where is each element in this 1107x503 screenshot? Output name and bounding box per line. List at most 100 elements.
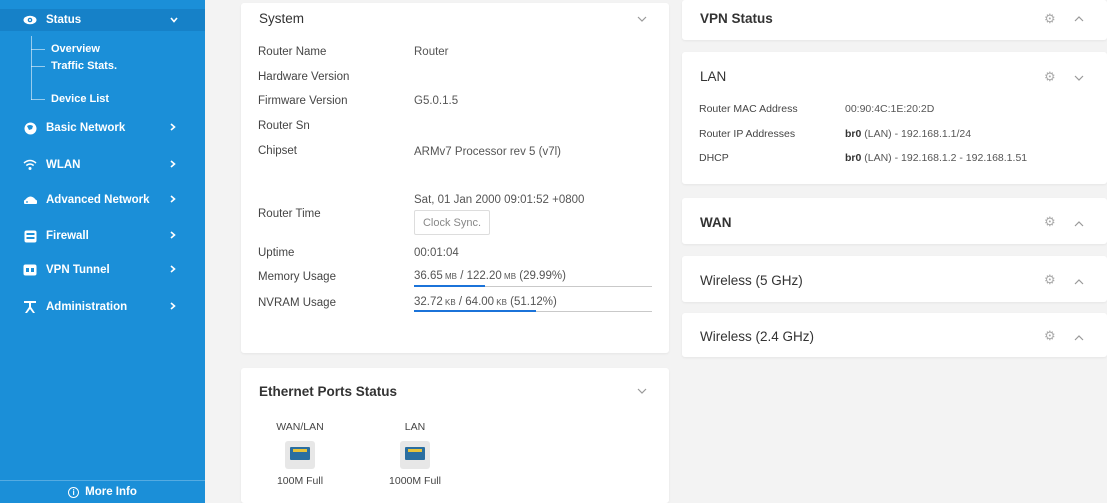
- router-sn-label: Router Sn: [258, 120, 310, 132]
- ethernet-port: LAN 1000M Full: [375, 421, 455, 487]
- uptime-label: Uptime: [258, 247, 295, 259]
- ip-details: (LAN) - 192.168.1.1/24: [861, 128, 972, 140]
- nvram-total-unit: KB: [496, 298, 507, 307]
- memory-percent: (29.99%): [519, 270, 566, 282]
- memory-usage-value: 36.65 MB / 122.20 MB (29.99%): [414, 270, 566, 282]
- router-icon: [22, 192, 38, 208]
- nvram-usage-label: NVRAM Usage: [258, 297, 336, 309]
- submenu-dash: [31, 99, 45, 100]
- chevron-right-icon: [170, 122, 176, 134]
- memory-usage-label: Memory Usage: [258, 271, 336, 283]
- sidebar-item-basic-network[interactable]: Basic Network: [0, 117, 205, 139]
- chevron-right-icon: [170, 264, 176, 276]
- card-title: LAN: [700, 69, 727, 84]
- chipset-label: Chipset: [258, 145, 297, 157]
- sidebar-item-label: Administration: [46, 301, 128, 313]
- port-status: 100M Full: [276, 475, 324, 487]
- memory-total: 122.20: [466, 270, 502, 282]
- admin-icon: [22, 299, 38, 315]
- sidebar-subitem-traffic-stats[interactable]: Traffic Stats.: [0, 57, 205, 75]
- sidebar-subitem-device-list[interactable]: Device List: [0, 90, 205, 108]
- firmware-version-label: Firmware Version: [258, 95, 348, 107]
- chevron-up-icon[interactable]: [1074, 332, 1084, 344]
- ethernet-port: WAN/LAN 100M Full: [260, 421, 340, 487]
- port-name: WAN/LAN: [276, 421, 324, 433]
- nvram-used: 32.72: [414, 296, 443, 308]
- sidebar-item-label: Advanced Network: [46, 194, 150, 206]
- wan-card: WAN ⚙: [682, 198, 1107, 244]
- gear-icon[interactable]: ⚙: [1044, 328, 1056, 344]
- firewall-icon: [22, 228, 38, 244]
- sidebar-item-wlan[interactable]: WLAN: [0, 154, 205, 176]
- system-card: System Router Name Router Hardware Versi…: [241, 3, 669, 353]
- submenu-dash: [31, 49, 45, 50]
- chevron-right-icon: [170, 159, 176, 171]
- clock-sync-button[interactable]: Clock Sync.: [414, 210, 490, 235]
- info-icon: i: [68, 486, 80, 498]
- memory-unit: MB: [445, 272, 458, 281]
- chevron-up-icon[interactable]: [1074, 276, 1084, 288]
- chevron-right-icon: [170, 301, 176, 313]
- sidebar-subitem-label: Device List: [51, 93, 110, 105]
- dhcp-range: (LAN) - 192.168.1.2 - 192.168.1.51: [861, 152, 1028, 164]
- card-title: System: [259, 11, 305, 26]
- card-title: Ethernet Ports Status: [259, 384, 398, 399]
- uptime-value: 00:01:04: [414, 247, 459, 259]
- mac-address-label: Router MAC Address: [699, 103, 798, 115]
- gear-icon[interactable]: ⚙: [1044, 69, 1056, 85]
- more-info-label: More Info: [85, 486, 137, 498]
- gear-icon[interactable]: ⚙: [1044, 11, 1056, 27]
- nvram-total: 64.00: [465, 296, 495, 308]
- wireless-24ghz-card: Wireless (2.4 GHz) ⚙: [682, 313, 1107, 357]
- lan-card: LAN ⚙ Router MAC Address 00:90:4C:1E:20:…: [682, 52, 1107, 184]
- sidebar-item-label: Status: [46, 14, 82, 26]
- dhcp-value: br0 (LAN) - 192.168.1.2 - 192.168.1.51: [845, 152, 1027, 164]
- chevron-down-icon[interactable]: [637, 13, 647, 25]
- card-title: WAN: [700, 215, 732, 230]
- vpn-icon: [22, 262, 38, 278]
- sidebar-subitem-overview[interactable]: Overview: [0, 40, 205, 58]
- dhcp-interface: br0: [845, 152, 862, 164]
- sidebar-item-administration[interactable]: Administration: [0, 296, 205, 318]
- chevron-up-icon[interactable]: [1074, 218, 1084, 230]
- chevron-down-icon[interactable]: [637, 385, 647, 397]
- more-info-button[interactable]: i More Info: [0, 480, 205, 503]
- memory-usage-fill: [414, 285, 486, 287]
- ip-addresses-value: br0 (LAN) - 192.168.1.1/24: [845, 128, 971, 140]
- memory-total-unit: MB: [504, 272, 517, 281]
- sidebar-item-label: VPN Tunnel: [46, 264, 110, 276]
- sidebar-item-status[interactable]: Status: [0, 9, 205, 31]
- chevron-up-icon[interactable]: [1074, 13, 1084, 25]
- mac-address-value: 00:90:4C:1E:20:2D: [845, 103, 935, 115]
- chipset-value: ARMv7 Processor rev 5 (v7l): [414, 146, 561, 158]
- port-name: LAN: [404, 421, 426, 433]
- submenu-dash: [31, 66, 45, 67]
- sidebar-item-vpn-tunnel[interactable]: VPN Tunnel: [0, 259, 205, 281]
- chevron-right-icon: [170, 230, 176, 242]
- hardware-version-label: Hardware Version: [258, 71, 350, 83]
- chevron-down-icon[interactable]: [1074, 72, 1084, 84]
- router-time-value: Sat, 01 Jan 2000 09:01:52 +0800: [414, 194, 585, 206]
- sidebar-subitem-label: Overview: [51, 43, 100, 55]
- nvram-usage-bar: [414, 310, 652, 312]
- ethernet-port-icon: [400, 441, 430, 469]
- gear-icon[interactable]: ⚙: [1044, 214, 1056, 230]
- chevron-right-icon: [170, 194, 176, 206]
- nvram-usage-fill: [414, 310, 536, 312]
- sidebar-item-label: WLAN: [46, 159, 81, 171]
- nvram-usage-value: 32.72 KB / 64.00 KB (51.12%): [414, 296, 557, 308]
- sidebar-item-firewall[interactable]: Firewall: [0, 225, 205, 247]
- gear-icon[interactable]: ⚙: [1044, 272, 1056, 288]
- ip-addresses-label: Router IP Addresses: [699, 128, 796, 140]
- sidebar-subitem-label: Traffic Stats.: [51, 60, 118, 72]
- sidebar-item-advanced-network[interactable]: Advanced Network: [0, 189, 205, 211]
- router-name-value: Router: [414, 46, 449, 58]
- eye-icon: [22, 12, 38, 28]
- wifi-icon: [22, 157, 38, 173]
- router-time-label: Router Time: [258, 208, 321, 220]
- sidebar: Status Overview Traffic Stats. Device Li…: [0, 0, 205, 503]
- sidebar-item-label: Basic Network: [46, 122, 126, 134]
- port-status: 1000M Full: [389, 475, 441, 487]
- nvram-unit: KB: [445, 298, 456, 307]
- nvram-percent: (51.12%): [510, 296, 557, 308]
